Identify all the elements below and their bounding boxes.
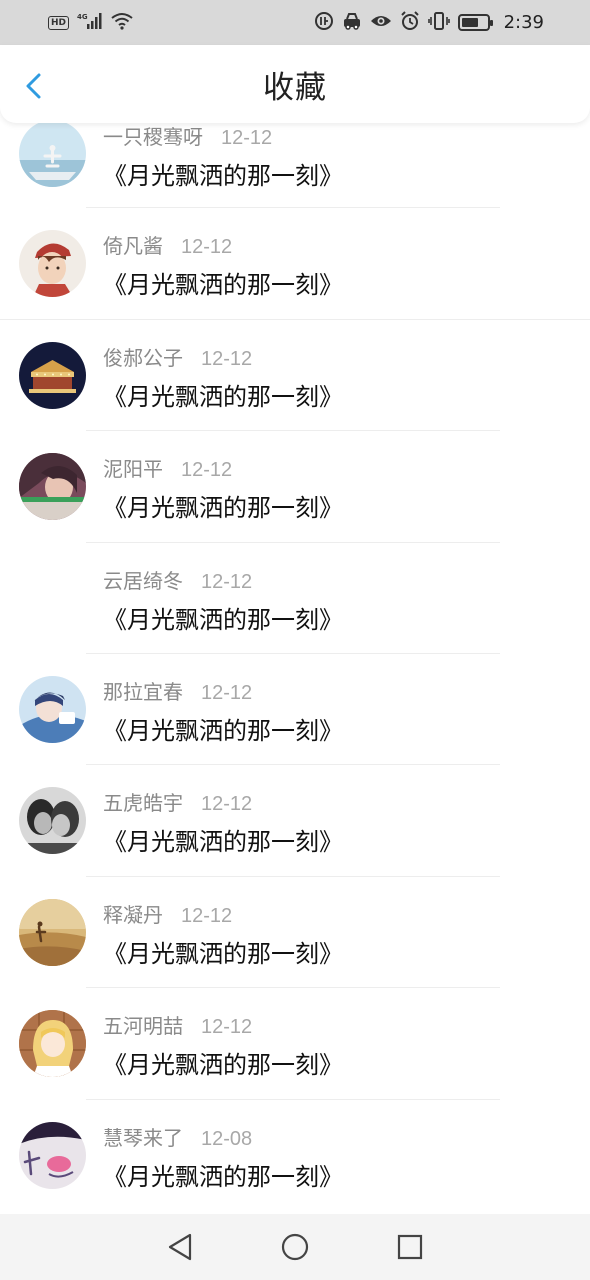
item-meta: 释凝丹 12-12 <box>103 899 232 928</box>
item-meta: 一只稷骞呀 12-12 <box>103 121 272 150</box>
list-item[interactable]: 慧琴来了 12-08 《月光飘洒的那一刻》 <box>0 1100 590 1211</box>
girl-portrait-avatar <box>19 453 86 521</box>
item-title[interactable]: 《月光飘洒的那一刻》 <box>103 377 343 412</box>
back-button[interactable] <box>20 71 50 101</box>
item-meta: 那拉宜春 12-12 <box>103 676 252 705</box>
item-meta: 俊郝公子 12-12 <box>103 342 252 371</box>
date: 12-12 <box>201 793 253 816</box>
signal-4g-icon: 4G <box>77 12 103 33</box>
list-item[interactable]: 释凝丹 12-12 《月光飘洒的那一刻》 <box>0 877 590 989</box>
system-nav-bar <box>0 1214 590 1280</box>
item-title[interactable]: 《月光飘洒的那一刻》 <box>103 934 343 969</box>
avatar[interactable] <box>19 453 86 521</box>
username: 云居绮冬 <box>103 568 183 593</box>
item-title[interactable]: 《月光飘洒的那一刻》 <box>103 1045 343 1080</box>
avatar[interactable] <box>19 787 86 855</box>
username: 那拉宜春 <box>103 679 183 704</box>
status-right-icons: 2:39 <box>314 10 544 35</box>
date: 12-12 <box>201 570 253 593</box>
vibrate-icon <box>427 11 450 35</box>
date: 12-12 <box>181 236 233 259</box>
yoga-figure-avatar <box>19 120 86 187</box>
list-item[interactable]: 那拉宜春 12-12 《月光飘洒的那一刻》 <box>0 654 590 766</box>
avatar[interactable] <box>19 898 86 966</box>
item-title[interactable]: 《月光飘洒的那一刻》 <box>103 265 343 300</box>
date: 12-12 <box>201 347 253 370</box>
desert-figure-avatar <box>19 898 86 966</box>
item-meta: 慧琴来了 12-08 <box>103 1122 252 1151</box>
nav-back-icon <box>168 1233 192 1261</box>
status-bar: HD 4G 2:39 <box>0 0 590 45</box>
anime-boy-red-cap-avatar <box>19 230 86 298</box>
item-title[interactable]: 《月光飘洒的那一刻》 <box>103 488 343 523</box>
blonde-anime-girl-avatar <box>19 1010 86 1078</box>
list-item[interactable]: 倚凡酱 12-12 《月光飘洒的那一刻》 <box>0 208 590 320</box>
svg-text:4G: 4G <box>77 13 88 21</box>
username: 一只稷骞呀 <box>103 125 203 149</box>
eye-icon <box>370 12 392 34</box>
item-title[interactable]: 《月光飘洒的那一刻》 <box>103 1157 343 1192</box>
item-meta: 倚凡酱 12-12 <box>103 230 232 259</box>
avatar[interactable] <box>19 1121 86 1189</box>
chevron-left-icon <box>26 73 41 99</box>
list-item[interactable]: 五河明喆 12-12 《月光飘洒的那一刻》 <box>0 988 590 1100</box>
nav-recents-button[interactable] <box>397 1234 423 1260</box>
nav-home-icon <box>281 1233 309 1261</box>
item-meta: 云居绮冬 12-12 <box>103 565 252 594</box>
nav-recents-icon <box>397 1234 423 1260</box>
i-love-you-paper-avatar <box>19 1121 86 1189</box>
favorites-list: 一只稷骞呀 12-12 《月光飘洒的那一刻》 倚凡酱 12-12 《月光飘洒的那… <box>0 97 590 1211</box>
username: 泥阳平 <box>103 457 163 482</box>
blank-avatar[interactable] <box>19 564 86 632</box>
username: 释凝丹 <box>103 902 163 927</box>
avatar[interactable] <box>19 1010 86 1078</box>
date: 12-12 <box>201 1016 253 1039</box>
wifi-icon <box>111 12 133 33</box>
date: 12-12 <box>181 904 233 927</box>
carousel-night-avatar <box>19 341 86 409</box>
car-icon <box>342 11 362 35</box>
avatar[interactable] <box>19 120 86 187</box>
date: 12-08 <box>201 1127 253 1150</box>
item-meta: 泥阳平 12-12 <box>103 453 232 482</box>
page-title: 收藏 <box>263 69 327 106</box>
app-header: 收藏 <box>0 45 590 123</box>
item-meta: 五河明喆 12-12 <box>103 1010 252 1039</box>
battery-icon <box>457 14 493 31</box>
date: 12-12 <box>221 127 273 149</box>
item-title[interactable]: 《月光飘洒的那一刻》 <box>103 156 343 191</box>
couple-kiss-avatar <box>19 787 86 855</box>
item-title[interactable]: 《月光飘洒的那一刻》 <box>103 822 343 857</box>
blue-anime-avatar <box>19 675 86 743</box>
nav-back-button[interactable] <box>167 1233 193 1261</box>
username: 俊郝公子 <box>103 345 183 370</box>
status-left-icons: HD 4G <box>48 12 133 33</box>
item-meta: 五虎皓宇 12-12 <box>103 787 252 816</box>
item-title[interactable]: 《月光飘洒的那一刻》 <box>103 600 343 635</box>
alarm-icon <box>400 10 420 35</box>
date: 12-12 <box>201 681 253 704</box>
username: 慧琴来了 <box>103 1125 183 1150</box>
status-time: 2:39 <box>503 12 544 33</box>
list-item[interactable]: 泥阳平 12-12 《月光飘洒的那一刻》 <box>0 431 590 543</box>
data-saver-icon <box>314 11 334 35</box>
hd-icon: HD <box>48 15 70 30</box>
avatar[interactable] <box>19 341 86 409</box>
item-title[interactable]: 《月光飘洒的那一刻》 <box>103 711 343 746</box>
date: 12-12 <box>181 459 233 482</box>
list-item[interactable]: 云居绮冬 12-12 《月光飘洒的那一刻》 <box>0 543 590 654</box>
username: 五河明喆 <box>103 1014 183 1039</box>
battery-level <box>461 18 479 27</box>
username: 倚凡酱 <box>103 234 163 259</box>
username: 五虎皓宇 <box>103 791 183 816</box>
list-item[interactable]: 俊郝公子 12-12 《月光飘洒的那一刻》 <box>0 320 590 432</box>
avatar[interactable] <box>19 675 86 743</box>
nav-home-button[interactable] <box>281 1233 309 1261</box>
list-item[interactable]: 五虎皓宇 12-12 《月光飘洒的那一刻》 <box>0 765 590 877</box>
avatar[interactable] <box>19 230 86 298</box>
